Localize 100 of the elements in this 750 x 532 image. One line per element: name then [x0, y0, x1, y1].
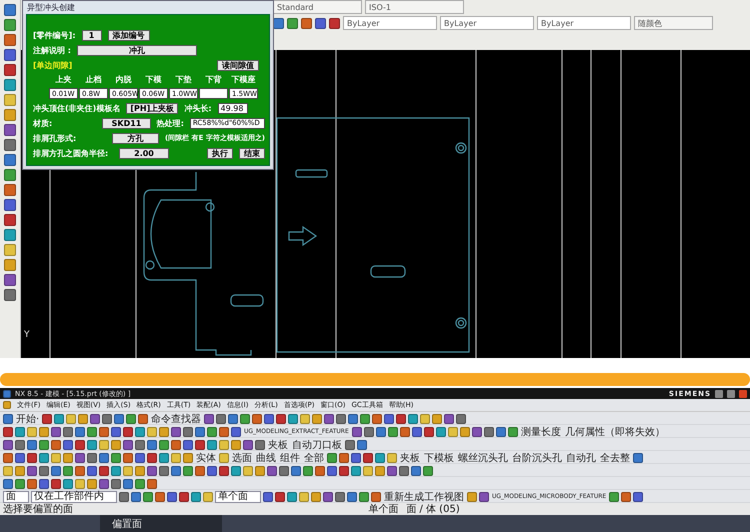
- toolbar-icon[interactable]: [126, 414, 136, 424]
- toolbar-icon[interactable]: [484, 426, 494, 436]
- clearance-field[interactable]: [199, 88, 228, 99]
- toolbar-icon[interactable]: [54, 414, 64, 424]
- property-dropdown[interactable]: 随颜色: [634, 16, 713, 30]
- maximize-icon[interactable]: [727, 390, 735, 398]
- toolbar-label[interactable]: 曲线: [255, 451, 277, 464]
- toolbar-icon[interactable]: [460, 426, 470, 436]
- toolbar-label[interactable]: 台阶沉头孔: [511, 451, 563, 464]
- toolbar-label[interactable]: 选面: [231, 451, 253, 464]
- status-count: 面 / 体 (05): [406, 503, 460, 516]
- toolbar-label[interactable]: 全去整: [599, 451, 631, 464]
- toolbar-icon[interactable]: [240, 414, 250, 424]
- plate-button[interactable]: [PH]上夹板: [126, 102, 178, 114]
- toolbar-label[interactable]: 自动刀口板: [291, 438, 343, 451]
- toolbar-icon[interactable]: [633, 452, 643, 462]
- toolbar-icon[interactable]: [384, 414, 394, 424]
- close-icon[interactable]: [739, 390, 747, 398]
- toolbar-label[interactable]: 自动孔: [565, 451, 597, 464]
- property-dropdown[interactable]: ByLayer: [343, 16, 437, 30]
- toolbar-icon[interactable]: [348, 414, 358, 424]
- toolbar-icon[interactable]: [376, 426, 386, 436]
- toolbar-icon[interactable]: [621, 492, 632, 502]
- toolbar-icon[interactable]: [264, 414, 274, 424]
- toolbar-icon[interactable]: [456, 414, 466, 424]
- toolbar-label[interactable]: 全部: [303, 451, 325, 464]
- toolbar-icon[interactable]: [360, 414, 370, 424]
- toolbar-icon[interactable]: [324, 414, 334, 424]
- toolbar-icon[interactable]: [424, 426, 434, 436]
- property-dropdown[interactable]: ByLayer: [537, 16, 631, 30]
- filter-dropdown[interactable]: 面: [3, 490, 29, 502]
- toolbar-icon[interactable]: [372, 414, 382, 424]
- hole-form-field[interactable]: 方孔: [112, 132, 159, 144]
- field-label: 热处理:: [156, 118, 184, 128]
- toolbar-icon[interactable]: [138, 414, 148, 424]
- close-button[interactable]: 结束: [239, 148, 265, 158]
- toolbar-icon[interactable]: [204, 414, 214, 424]
- toolbar-label[interactable]: 夹板: [267, 438, 289, 451]
- property-dropdown[interactable]: ByLayer: [440, 16, 534, 30]
- toolbar-icon[interactable]: [472, 426, 482, 436]
- toolbar-icon[interactable]: [252, 414, 262, 424]
- toolbar-label[interactable]: 螺丝沉头孔: [457, 451, 509, 464]
- minimize-icon[interactable]: [715, 390, 723, 398]
- toolbar-label[interactable]: 组件: [279, 451, 301, 464]
- part-number-field[interactable]: 1: [82, 30, 102, 40]
- toolbar-icon[interactable]: [508, 426, 518, 436]
- toolbar-icon[interactable]: [216, 414, 226, 424]
- toolbar-icon[interactable]: [609, 492, 620, 502]
- toolbar-icon[interactable]: [432, 414, 442, 424]
- toolbar-icon[interactable]: [633, 492, 644, 502]
- toolbar-label[interactable]: 开始·: [15, 412, 40, 425]
- toolbar-icon[interactable]: [315, 18, 326, 28]
- filter-dropdown[interactable]: 单个面: [215, 490, 261, 502]
- toolbar-icon[interactable]: [4, 124, 16, 136]
- toolbar-icon[interactable]: [276, 414, 286, 424]
- toolbar-icon[interactable]: [436, 426, 446, 436]
- toolbar-icon[interactable]: [288, 414, 298, 424]
- toolbar-icon[interactable]: [312, 414, 322, 424]
- toolbar-icon[interactable]: [90, 414, 100, 424]
- toolbar-label[interactable]: 测量长度: [520, 425, 562, 438]
- toolbar-label[interactable]: 命令查找器: [150, 412, 202, 425]
- style-dropdown[interactable]: ISO-1: [365, 0, 464, 14]
- toolbar-label[interactable]: 几何属性（即将失效）: [564, 425, 666, 438]
- toolbar-icon[interactable]: [114, 414, 124, 424]
- toolbar-label[interactable]: 下模板: [423, 451, 455, 464]
- toolbar-icon[interactable]: [102, 414, 112, 424]
- toolbar-icon[interactable]: [412, 426, 422, 436]
- add-number-button[interactable]: 添加编号: [108, 30, 150, 40]
- toolbar-icon[interactable]: [228, 414, 238, 424]
- toolbar-icon[interactable]: [301, 18, 312, 28]
- field-label: [零件编号]:: [33, 30, 76, 40]
- toolbar-icon[interactable]: [408, 414, 418, 424]
- toolbar-icon[interactable]: [496, 426, 506, 436]
- toolbar-icon[interactable]: [444, 414, 454, 424]
- toolbar-icon[interactable]: [352, 426, 362, 436]
- execute-button[interactable]: 执行: [207, 148, 233, 158]
- toolbar-icon[interactable]: [273, 18, 284, 28]
- field-label: 排屑方孔之圆角半径:: [33, 148, 110, 158]
- toolbar-icon[interactable]: [42, 414, 52, 424]
- filter-dropdown[interactable]: 仅在工作部件内: [31, 490, 117, 502]
- toolbar-icon[interactable]: [287, 18, 298, 28]
- toolbar-icon[interactable]: [388, 426, 398, 436]
- toolbar-label[interactable]: 实体: [195, 451, 217, 464]
- toolbar-icon[interactable]: [400, 426, 410, 436]
- field-label: 材质:: [33, 118, 54, 128]
- toolbar-icon[interactable]: [329, 18, 340, 28]
- toolbar-label[interactable]: 重新生成工作视图: [383, 490, 465, 503]
- read-clearance-button[interactable]: 读间隙值: [217, 60, 259, 70]
- column-header: 下模座: [230, 74, 256, 85]
- punch-length-field[interactable]: 49.98: [218, 102, 248, 114]
- style-dropdown[interactable]: Standard: [273, 0, 362, 14]
- toolbar-icon[interactable]: [396, 414, 406, 424]
- note-field[interactable]: 冲孔: [76, 44, 197, 56]
- radius-field[interactable]: 2.00: [119, 148, 169, 158]
- toolbar-icon[interactable]: [364, 426, 374, 436]
- toolbar-icon[interactable]: [336, 414, 346, 424]
- material-field[interactable]: SKD11: [102, 118, 151, 128]
- toolbar-label[interactable]: 夹板: [399, 451, 421, 464]
- toolbar-icon[interactable]: [4, 274, 16, 286]
- toolbar-icon[interactable]: [78, 414, 88, 424]
